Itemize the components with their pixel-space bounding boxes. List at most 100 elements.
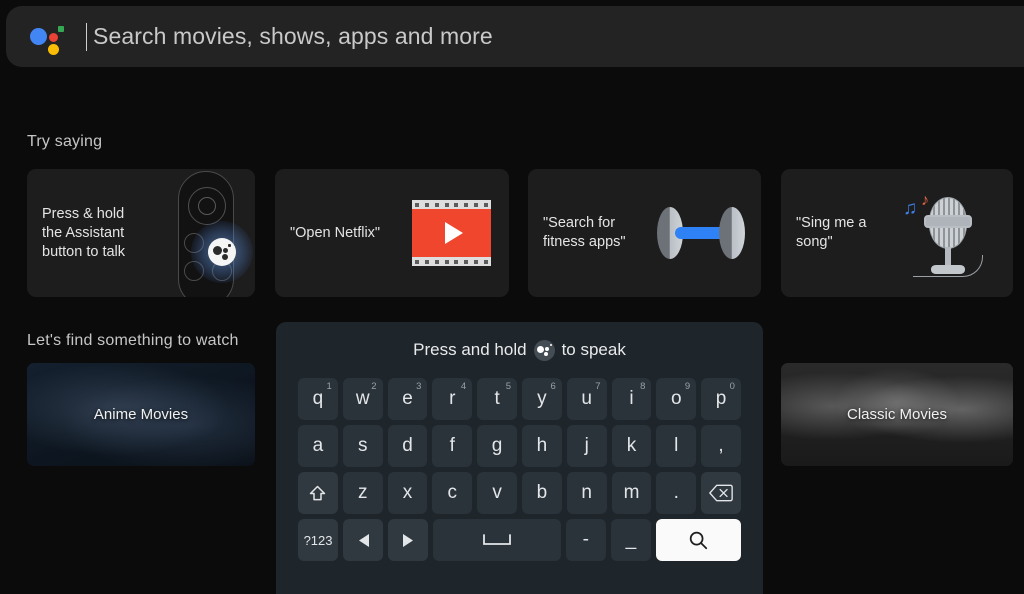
key-label: f bbox=[449, 435, 455, 456]
key-label: . bbox=[673, 482, 679, 503]
key-label: v bbox=[492, 482, 502, 503]
watch-tile-classic-movies[interactable]: Classic Movies bbox=[781, 363, 1013, 466]
key-t[interactable]: t5 bbox=[477, 378, 517, 420]
key-y[interactable]: y6 bbox=[521, 378, 562, 420]
key-label: a bbox=[312, 435, 324, 456]
key-shift[interactable] bbox=[298, 472, 338, 514]
key-o[interactable]: o9 bbox=[656, 378, 697, 420]
key-label: t bbox=[494, 388, 500, 409]
keyboard-hint-text-before: Press and hold bbox=[413, 340, 527, 359]
key-label: j bbox=[584, 435, 589, 456]
key-label: n bbox=[581, 482, 592, 503]
key-label: g bbox=[491, 435, 503, 456]
watch-tile-anime-movies[interactable]: Anime Movies bbox=[27, 363, 255, 466]
key-r[interactable]: r4 bbox=[432, 378, 473, 420]
suggestion-card-fitness-apps[interactable]: "Search for fitness apps" bbox=[528, 169, 761, 297]
suggestion-card-sing-me-a-song[interactable]: "Sing me a song" ♫ ♪ bbox=[781, 169, 1013, 297]
suggestion-card-open-netflix[interactable]: "Open Netflix" bbox=[275, 169, 509, 297]
key-backspace[interactable] bbox=[701, 472, 741, 514]
keyboard-row: ?123 - _ bbox=[298, 519, 741, 561]
key-symbols[interactable]: ?123 bbox=[298, 519, 339, 561]
key-period[interactable]: . bbox=[656, 472, 697, 514]
arrow-right-icon bbox=[402, 533, 415, 548]
onscreen-keyboard: Press and hold to speak q1w2e3r4t5y6u7i8… bbox=[276, 322, 763, 594]
key-secondary-label: 7 bbox=[595, 381, 601, 392]
watch-heading: Let's find something to watch bbox=[27, 332, 239, 349]
try-saying-heading: Try saying bbox=[27, 133, 103, 150]
key-h[interactable]: h bbox=[521, 425, 562, 467]
key-b[interactable]: b bbox=[521, 472, 562, 514]
key-label: b bbox=[536, 482, 548, 503]
key-a[interactable]: a bbox=[298, 425, 338, 467]
google-assistant-icon bbox=[30, 20, 64, 55]
key-secondary-label: 9 bbox=[684, 381, 691, 392]
key-space[interactable] bbox=[433, 519, 561, 561]
key-z[interactable]: z bbox=[342, 472, 383, 514]
watch-tile-label: Classic Movies bbox=[846, 406, 948, 423]
key-label: i bbox=[629, 388, 634, 409]
key-j[interactable]: j bbox=[566, 425, 607, 467]
suggestion-card-label: Press & hold the Assistant button to tal… bbox=[42, 205, 126, 260]
key-g[interactable]: g bbox=[477, 425, 517, 467]
key-i[interactable]: i8 bbox=[611, 378, 652, 420]
key-underscore[interactable]: _ bbox=[610, 519, 651, 561]
keyboard-row: a s d f g h j k l, bbox=[298, 425, 741, 467]
key-q[interactable]: q1 bbox=[298, 378, 338, 420]
dumbbell-icon bbox=[651, 169, 761, 297]
key-label: r bbox=[449, 388, 456, 409]
backspace-icon bbox=[709, 483, 733, 503]
suggestion-card-assistant-button[interactable]: Press & hold the Assistant button to tal… bbox=[27, 169, 255, 297]
key-secondary-label: 6 bbox=[550, 381, 556, 392]
key-label: e bbox=[402, 388, 413, 409]
key-w[interactable]: w2 bbox=[342, 378, 383, 420]
key-secondary-label: 3 bbox=[416, 381, 422, 392]
suggestion-card-label: "Search for fitness apps" bbox=[543, 215, 626, 250]
key-label: z bbox=[357, 482, 368, 503]
film-strip-play-icon bbox=[398, 169, 509, 297]
key-label: , bbox=[718, 435, 724, 456]
key-secondary-label: 5 bbox=[505, 381, 511, 392]
key-u[interactable]: u7 bbox=[566, 378, 607, 420]
key-label: m bbox=[623, 482, 640, 503]
key-label: y bbox=[537, 388, 547, 409]
key-comma[interactable]: , bbox=[701, 425, 741, 467]
key-f[interactable]: f bbox=[432, 425, 473, 467]
keyboard-hint-text-after: to speak bbox=[561, 340, 626, 359]
key-search[interactable] bbox=[655, 519, 741, 561]
key-secondary-label: 0 bbox=[729, 381, 735, 392]
key-hyphen[interactable]: - bbox=[565, 519, 606, 561]
key-d[interactable]: d bbox=[387, 425, 428, 467]
suggestion-card-label: "Open Netflix" bbox=[290, 224, 381, 241]
search-input[interactable]: Search movies, shows, apps and more bbox=[93, 23, 493, 50]
key-secondary-label: 1 bbox=[326, 381, 332, 392]
key-label: s bbox=[357, 435, 368, 456]
key-label: x bbox=[402, 482, 413, 503]
key-v[interactable]: v bbox=[477, 472, 517, 514]
tv-remote-assistant-button-icon bbox=[150, 169, 255, 297]
key-l[interactable]: l bbox=[656, 425, 697, 467]
arrow-left-icon bbox=[357, 533, 370, 548]
search-bar[interactable]: Search movies, shows, apps and more bbox=[6, 6, 1024, 67]
key-k[interactable]: k bbox=[611, 425, 652, 467]
key-label: u bbox=[581, 388, 592, 409]
suggestion-card-label: "Sing me a song" bbox=[796, 215, 867, 250]
key-label: w bbox=[355, 388, 370, 409]
watch-tile-label: Anime Movies bbox=[93, 406, 189, 423]
key-x[interactable]: x bbox=[387, 472, 428, 514]
key-arrow-right[interactable] bbox=[388, 519, 429, 561]
key-s[interactable]: s bbox=[342, 425, 383, 467]
text-cursor bbox=[86, 22, 87, 51]
key-arrow-left[interactable] bbox=[343, 519, 384, 561]
key-label: p bbox=[715, 388, 727, 409]
keyboard-voice-hint: Press and hold to speak bbox=[276, 322, 763, 378]
google-assistant-icon[interactable] bbox=[533, 339, 555, 361]
key-m[interactable]: m bbox=[611, 472, 652, 514]
key-label: h bbox=[536, 435, 548, 456]
key-n[interactable]: n bbox=[566, 472, 607, 514]
key-secondary-label: 4 bbox=[460, 381, 467, 392]
shift-icon bbox=[307, 483, 328, 504]
key-e[interactable]: e3 bbox=[387, 378, 428, 420]
key-label: q bbox=[312, 388, 324, 409]
key-c[interactable]: c bbox=[432, 472, 473, 514]
key-p[interactable]: p0 bbox=[701, 378, 741, 420]
